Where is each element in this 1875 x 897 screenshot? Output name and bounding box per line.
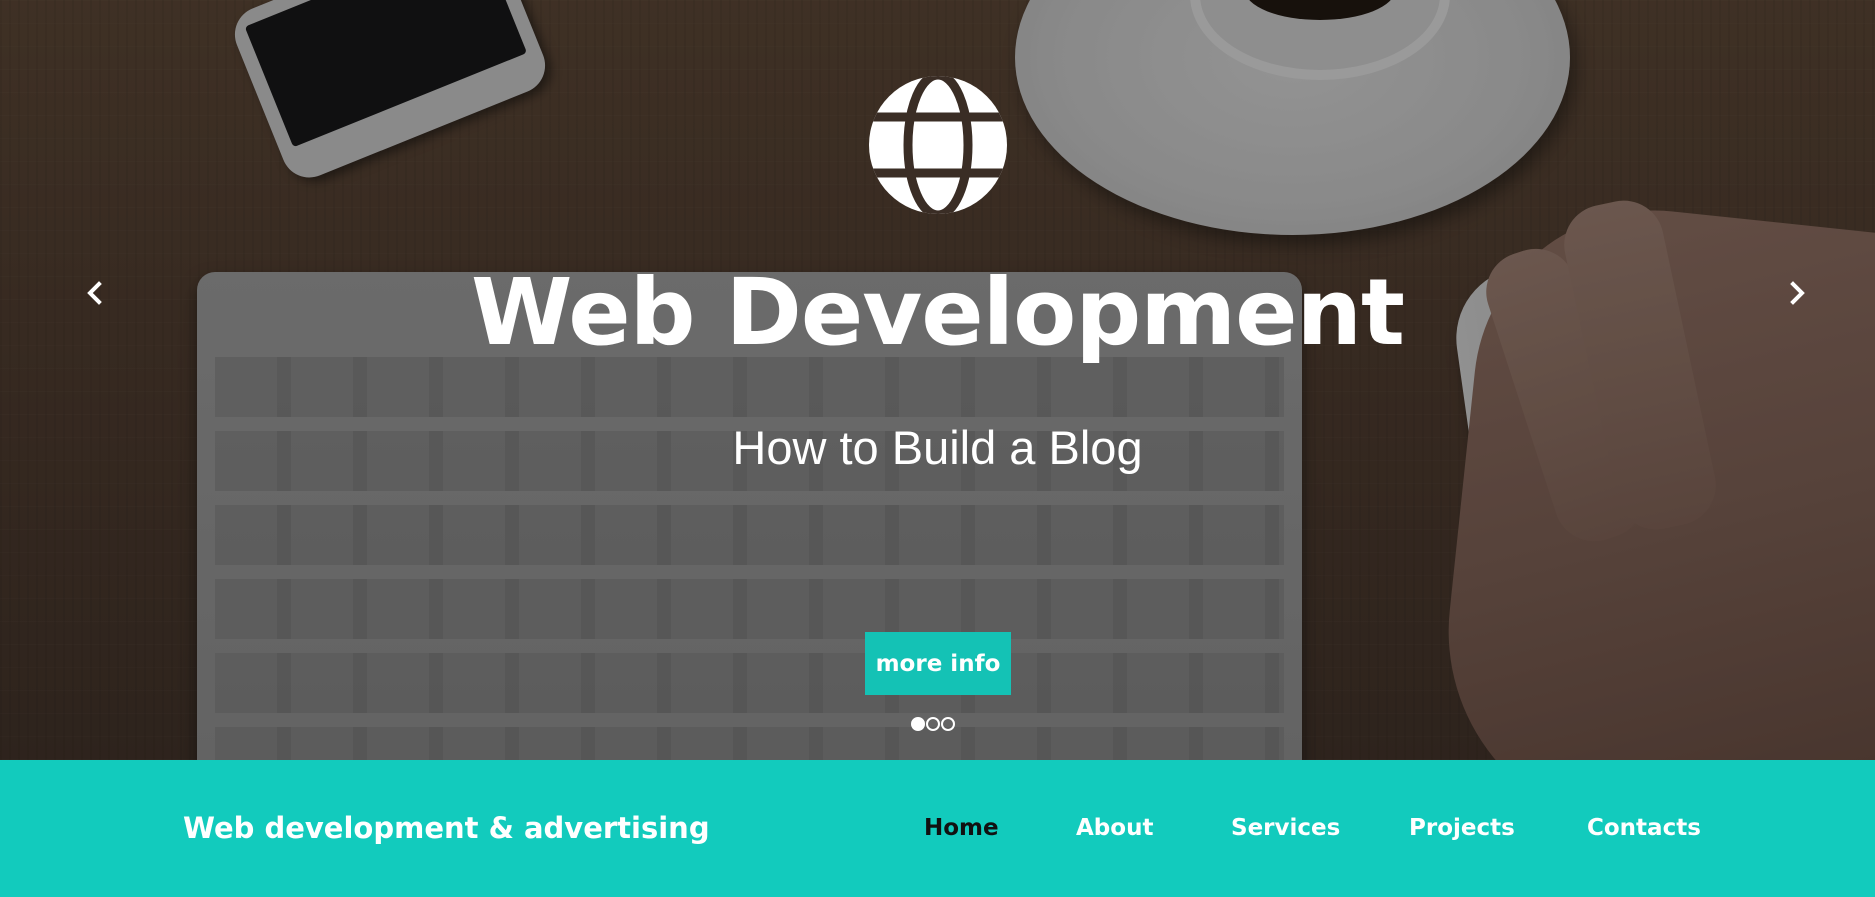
- nav-item-projects[interactable]: Projects: [1409, 760, 1515, 897]
- prev-slide-button[interactable]: [76, 275, 112, 311]
- next-slide-button[interactable]: [1780, 275, 1816, 311]
- more-info-button[interactable]: more info: [865, 632, 1011, 695]
- chevron-right-icon: [1790, 281, 1805, 305]
- hero-subtitle: How to Build a Blog: [732, 421, 1143, 474]
- nav-item-contacts[interactable]: Contacts: [1587, 760, 1701, 897]
- chevron-left-icon: [87, 281, 102, 305]
- slider-pagination: [911, 717, 955, 731]
- main-navbar: Web development & advertising Home About…: [0, 760, 1875, 897]
- slide-dot[interactable]: [941, 717, 955, 731]
- globe-icon: [869, 76, 1007, 214]
- slide-dot[interactable]: [911, 717, 925, 731]
- main-nav: Home About Services Projects Contacts: [0, 760, 1875, 897]
- nav-item-about[interactable]: About: [1076, 760, 1153, 897]
- slide-dot[interactable]: [926, 717, 940, 731]
- hero-slider: Web Development How to Build a Blog more…: [0, 0, 1875, 760]
- hero-title: Web Development: [471, 259, 1405, 366]
- nav-item-home[interactable]: Home: [924, 760, 999, 897]
- nav-item-services[interactable]: Services: [1231, 760, 1340, 897]
